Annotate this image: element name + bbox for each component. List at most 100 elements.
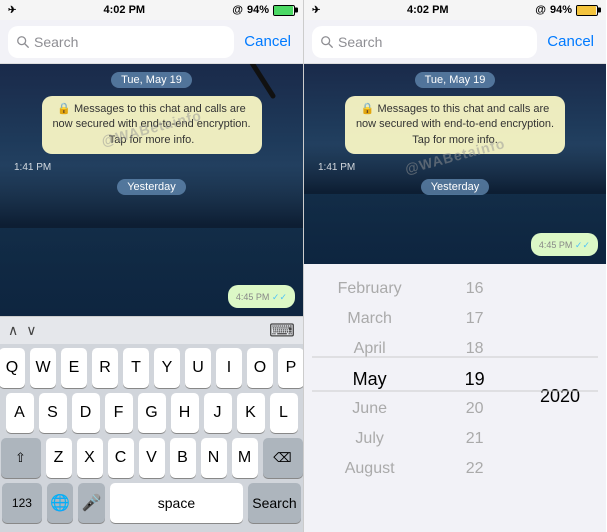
status-bar-left: ✈ 4:02 PM @ 94% <box>0 0 303 20</box>
keyboard-left[interactable]: Q W E R T Y U I O P A S D F G H J K L ⇧ … <box>0 344 303 532</box>
date-picker[interactable]: February March April May June July Augus… <box>304 264 606 532</box>
signal-icon-right: @ <box>535 4 546 16</box>
date-pill-left: Tue, May 19 <box>111 72 192 88</box>
chat-area-right: Tue, May 19 🔒 Messages to this chat and … <box>304 64 606 264</box>
keyboard-icon: ⌨ <box>269 320 295 341</box>
search-input-wrap-right[interactable]: Search <box>312 26 537 58</box>
picker-item-may-selected[interactable]: May <box>304 364 435 394</box>
sent-message-left: 4:45 PM ✓✓ <box>228 285 295 308</box>
key-e[interactable]: E <box>61 348 87 388</box>
key-k[interactable]: K <box>237 393 265 433</box>
picker-col-day[interactable]: 16 17 18 19 20 21 22 <box>435 264 514 484</box>
key-f[interactable]: F <box>105 393 133 433</box>
airplane-icon-right: ✈ <box>312 5 320 16</box>
key-search[interactable]: Search <box>248 483 301 523</box>
search-placeholder-left: Search <box>34 34 78 50</box>
checkmarks-right: ✓✓ <box>575 240 590 250</box>
key-a[interactable]: A <box>6 393 34 433</box>
picker-item-april[interactable]: April <box>304 334 435 364</box>
lock-icon-left: 🔒 <box>57 103 71 115</box>
key-o[interactable]: O <box>247 348 273 388</box>
sent-time-right: 4:45 PM ✓✓ <box>539 240 590 251</box>
key-shift[interactable]: ⇧ <box>1 438 41 478</box>
chat-area-left: Tue, May 19 🔒 Messages to this chat and … <box>0 64 303 316</box>
search-input-wrap-left[interactable]: Search <box>8 26 234 58</box>
time-right: 4:02 PM <box>407 4 449 16</box>
arrow-bar-left[interactable]: ∧ ∨ ⌨ <box>0 316 303 344</box>
battery-pct-left: 94% <box>247 4 269 16</box>
picker-columns[interactable]: February March April May June July Augus… <box>304 264 606 484</box>
picker-item-march[interactable]: March <box>304 304 435 334</box>
cancel-button-left[interactable]: Cancel <box>240 33 295 50</box>
down-arrow-button[interactable]: ∨ <box>26 322 36 339</box>
cancel-button-right[interactable]: Cancel <box>543 33 598 50</box>
picker-item-june[interactable]: June <box>304 394 435 424</box>
key-g[interactable]: G <box>138 393 166 433</box>
picker-col-month[interactable]: February March April May June July Augus… <box>304 264 435 484</box>
status-right-right: @ 94% <box>535 4 598 16</box>
date-pill-right: Tue, May 19 <box>415 72 496 88</box>
key-p[interactable]: P <box>278 348 303 388</box>
key-u[interactable]: U <box>185 348 211 388</box>
key-n[interactable]: N <box>201 438 227 478</box>
yesterday-pill-left: Yesterday <box>117 179 186 195</box>
key-j[interactable]: J <box>204 393 232 433</box>
key-c[interactable]: C <box>108 438 134 478</box>
key-z[interactable]: Z <box>46 438 72 478</box>
checkmarks-left: ✓✓ <box>272 292 287 302</box>
search-bar-left[interactable]: Search Cancel <box>0 20 303 64</box>
battery-pct-right: 94% <box>550 4 572 16</box>
key-q[interactable]: Q <box>0 348 25 388</box>
picker-item-16[interactable]: 16 <box>435 274 514 304</box>
picker-item-2020-selected[interactable]: 2020 <box>514 379 606 414</box>
left-panel: ✈ 4:02 PM @ 94% Search Cancel Tue, May 1… <box>0 0 303 532</box>
right-panel: ✈ 4:02 PM @ 94% Search Cancel Tue, May 1… <box>303 0 606 532</box>
picker-item-18[interactable]: 18 <box>435 334 514 364</box>
picker-item-august[interactable]: August <box>304 454 435 484</box>
key-123[interactable]: 123 <box>2 483 42 523</box>
key-globe[interactable]: 🌐 <box>47 483 74 523</box>
key-m[interactable]: M <box>232 438 258 478</box>
up-arrow-button[interactable]: ∧ <box>8 322 18 339</box>
kb-row-4: 123 🌐 🎤 space Search <box>2 483 301 523</box>
key-b[interactable]: B <box>170 438 196 478</box>
status-bar-right: ✈ 4:02 PM @ 94% <box>304 0 606 20</box>
key-i[interactable]: I <box>216 348 242 388</box>
picker-item-17[interactable]: 17 <box>435 304 514 334</box>
battery-icon-right <box>576 5 598 16</box>
picker-item-19-selected[interactable]: 19 <box>435 364 514 394</box>
time-row-left: 1:41 PM <box>8 162 295 173</box>
picker-item-21[interactable]: 21 <box>435 424 514 454</box>
time-left: 4:02 PM <box>104 4 146 16</box>
search-placeholder-right: Search <box>338 34 382 50</box>
kb-row-2: A S D F G H J K L <box>2 393 301 433</box>
search-icon-right <box>320 35 334 49</box>
search-bar-right[interactable]: Search Cancel <box>304 20 606 64</box>
picker-item-20[interactable]: 20 <box>435 394 514 424</box>
key-x[interactable]: X <box>77 438 103 478</box>
key-y[interactable]: Y <box>154 348 180 388</box>
key-v[interactable]: V <box>139 438 165 478</box>
yesterday-pill-right: Yesterday <box>421 179 490 195</box>
status-right-left: @ 94% <box>232 4 295 16</box>
key-delete[interactable]: ⌫ <box>263 438 303 478</box>
key-h[interactable]: H <box>171 393 199 433</box>
msg-time-right: 1:41 PM <box>318 162 355 173</box>
lock-icon-right: 🔒 <box>361 103 375 115</box>
key-space[interactable]: space <box>110 483 243 523</box>
sent-time-left: 4:45 PM ✓✓ <box>236 292 287 303</box>
picker-item-july[interactable]: July <box>304 424 435 454</box>
key-w[interactable]: W <box>30 348 56 388</box>
kb-row-3: ⇧ Z X C V B N M ⌫ <box>2 438 301 478</box>
key-s[interactable]: S <box>39 393 67 433</box>
key-d[interactable]: D <box>72 393 100 433</box>
key-l[interactable]: L <box>270 393 298 433</box>
picker-item-22[interactable]: 22 <box>435 454 514 484</box>
picker-col-year[interactable]: 2020 <box>514 264 606 484</box>
picker-item-february[interactable]: February <box>304 274 435 304</box>
key-mic[interactable]: 🎤 <box>78 483 105 523</box>
key-r[interactable]: R <box>92 348 118 388</box>
key-t[interactable]: T <box>123 348 149 388</box>
search-icon-left <box>16 35 30 49</box>
sent-message-right: 4:45 PM ✓✓ <box>531 233 598 256</box>
